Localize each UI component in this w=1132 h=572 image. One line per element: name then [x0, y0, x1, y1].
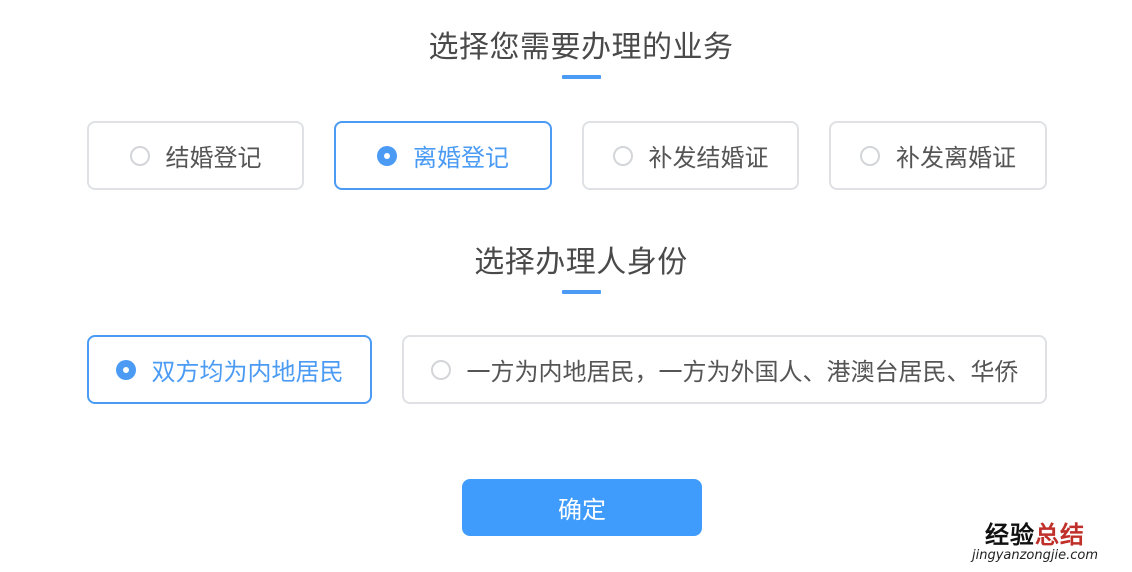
radio-icon[interactable]	[430, 359, 451, 380]
option-reissue-marriage-certificate[interactable]: 补发结婚证	[582, 121, 799, 190]
radio-checked-icon[interactable]	[377, 145, 397, 166]
option-label: 离婚登记	[413, 144, 509, 172]
business-title-underline	[562, 75, 601, 79]
radio-icon[interactable]	[612, 145, 633, 166]
option-both-mainland-residents[interactable]: 双方均为内地居民	[87, 335, 372, 404]
option-reissue-divorce-certificate[interactable]: 补发离婚证	[829, 121, 1047, 190]
confirm-button[interactable]: 确定	[462, 479, 702, 536]
option-one-mainland-one-foreign[interactable]: 一方为内地居民，一方为外国人、港澳台居民、华侨	[402, 335, 1047, 404]
option-label: 补发离婚证	[896, 144, 1016, 172]
radio-icon[interactable]	[129, 145, 150, 166]
watermark-text-part2: 总结	[1034, 521, 1085, 549]
business-section-title: 选择您需要办理的业务	[428, 30, 734, 65]
watermark-logo-text: 经验总结	[972, 522, 1098, 548]
radio-icon[interactable]	[860, 145, 880, 166]
watermark: 经验总结 jingyanzongjie.com	[972, 522, 1098, 564]
option-divorce-registration[interactable]: 离婚登记	[334, 121, 552, 190]
option-label: 结婚登记	[165, 144, 262, 172]
identity-section-title: 选择办理人身份	[474, 245, 688, 280]
option-marriage-registration[interactable]: 结婚登记	[87, 121, 304, 190]
option-label: 补发结婚证	[648, 144, 769, 172]
option-label: 双方均为内地居民	[151, 358, 344, 386]
watermark-text-part1: 经验	[984, 521, 1035, 549]
option-label: 一方为内地居民，一方为外国人、港澳台居民、华侨	[466, 358, 1019, 386]
identity-title-underline	[562, 290, 601, 294]
radio-checked-icon[interactable]	[115, 359, 136, 380]
watermark-url: jingyanzongjie.com	[971, 548, 1098, 563]
